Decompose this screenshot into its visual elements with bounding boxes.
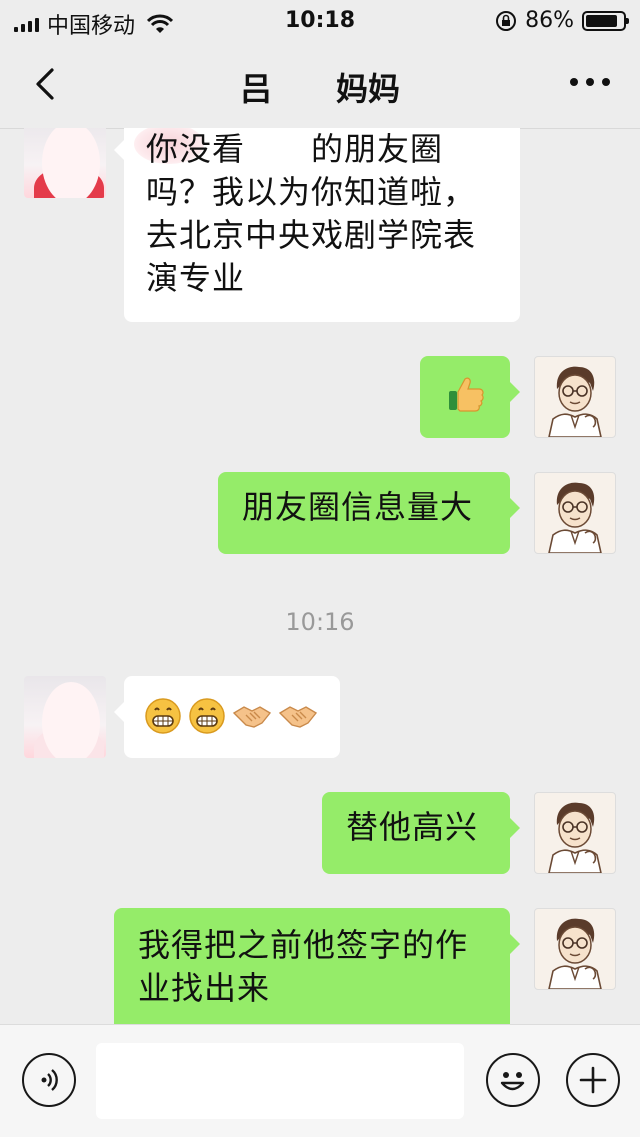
message-text: 替他高兴 [346,808,479,846]
grinning-face-icon [145,698,181,734]
more-options-icon[interactable] [568,72,612,92]
cartoon-man-avatar [548,482,602,553]
status-bar: 中国移动 10:18 86% [0,0,640,40]
my-avatar[interactable] [534,472,616,554]
handshake-icon [232,706,272,728]
emoji-button[interactable] [486,1053,540,1107]
battery-icon [582,10,629,31]
peer-avatar[interactable] [24,676,106,758]
emoji-icon [500,1072,525,1091]
cartoon-man-avatar [548,366,602,437]
status-right: 86% [495,8,629,33]
message-input[interactable] [96,1043,464,1119]
peer-avatar[interactable] [24,128,106,198]
message-timestamp: 10:16 [285,608,355,636]
message-bubble-outgoing[interactable]: 我得把之前他签字的作业找出来 [114,908,520,1024]
message-bubble-incoming[interactable]: 你没看 的朋友圈吗？我以为你知道啦，去北京中央戏剧学院表演专业 [114,128,520,322]
message-bubble-outgoing[interactable]: 替他高兴 [322,792,520,874]
message-bubble-outgoing[interactable] [420,356,520,438]
my-avatar[interactable] [534,908,616,990]
chat-title: 吕 妈妈 [239,70,400,108]
rotation-lock-icon [496,10,517,31]
nav-bar: 吕 妈妈 [0,40,640,129]
emoji-row [144,694,320,738]
grinning-face-icon [189,698,225,734]
cartoon-man-avatar [548,918,602,989]
message-text: 你没看 的朋友圈吗？我以为你知道啦，去北京中央戏剧学院表演专业 [146,130,477,297]
cartoon-man-avatar [548,802,602,873]
message-text: 朋友圈信息量大 [242,488,474,526]
input-bar [0,1024,640,1137]
more-functions-button[interactable] [566,1053,620,1107]
handshake-icon [278,706,318,728]
thumbs-up-icon [449,377,484,412]
chat-area[interactable]: 你没看 的朋友圈吗？我以为你知道啦，去北京中央戏剧学院表演专业 朋友圈信息量大 [0,128,640,1024]
my-avatar[interactable] [534,356,616,438]
battery-percent: 86% [525,8,574,33]
plus-icon [579,1066,607,1094]
message-bubble-incoming[interactable] [114,676,340,758]
my-avatar[interactable] [534,792,616,874]
voice-icon [41,1069,58,1091]
voice-button[interactable] [22,1053,76,1107]
message-bubble-outgoing[interactable]: 朋友圈信息量大 [218,472,520,554]
message-text: 我得把之前他签字的作业找出来 [138,926,469,1007]
